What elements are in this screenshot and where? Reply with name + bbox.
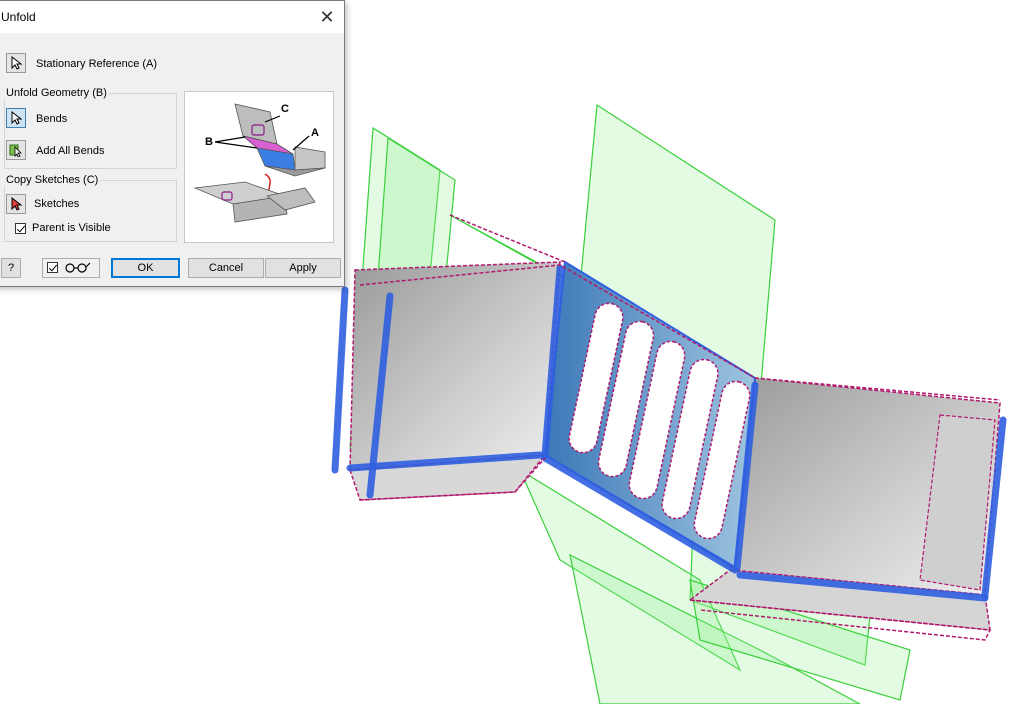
bends-button[interactable] — [6, 108, 26, 128]
add-all-bends-button[interactable] — [6, 140, 26, 160]
unfold-preview-image: C B A — [184, 91, 334, 243]
checkbox-icon — [47, 262, 58, 273]
sketches-label: Sketches — [34, 198, 80, 210]
parent-visible-checkbox[interactable] — [15, 223, 26, 234]
ok-button[interactable]: OK — [111, 258, 180, 278]
dialog-titlebar[interactable]: Unfold ✕ — [0, 1, 344, 33]
unfold-geometry-group — [4, 93, 177, 169]
cursor-arrow-icon — [11, 56, 23, 70]
callout-a: A — [311, 127, 319, 139]
callout-b: B — [205, 136, 213, 148]
callout-c: C — [281, 103, 289, 115]
parent-visible-label: Parent is Visible — [32, 222, 111, 234]
unfold-geometry-title: Unfold Geometry (B) — [4, 87, 109, 99]
cancel-button[interactable]: Cancel — [188, 258, 264, 278]
add-all-bends-label: Add All Bends — [36, 145, 105, 157]
sketch-cursor-icon — [11, 197, 23, 211]
close-icon[interactable]: ✕ — [312, 3, 342, 31]
add-all-bends-icon — [9, 144, 22, 157]
apply-button[interactable]: Apply — [265, 258, 341, 278]
unfold-dialog: Unfold ✕ Stationary Reference (A) Unfold… — [0, 0, 345, 287]
preview-toggle[interactable] — [42, 258, 100, 278]
sketches-button[interactable] — [6, 194, 26, 214]
bends-label: Bends — [36, 113, 68, 125]
stationary-reference-button[interactable] — [6, 53, 26, 73]
copy-sketches-title: Copy Sketches (C) — [4, 174, 101, 186]
stationary-reference-label: Stationary Reference (A) — [36, 58, 158, 70]
dialog-title: Unfold — [1, 10, 36, 24]
help-icon[interactable]: ? — [1, 258, 21, 278]
glasses-icon — [65, 262, 91, 273]
cursor-arrow-icon — [11, 111, 23, 125]
